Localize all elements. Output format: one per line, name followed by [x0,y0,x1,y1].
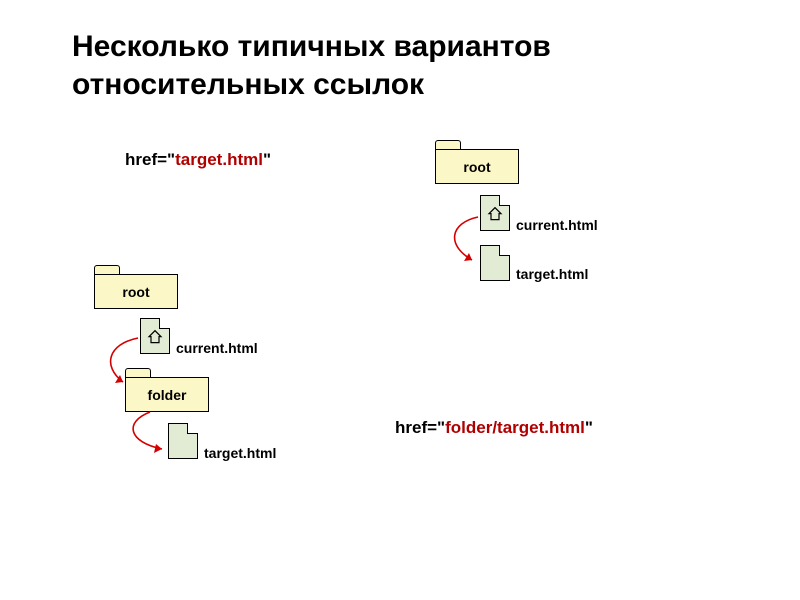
folder-label: root [94,274,178,309]
folder-root-ex1: root [435,140,519,184]
href-example-2: href="folder/target.html" [395,418,593,438]
href-prefix: href=" [395,418,445,437]
href-suffix: " [585,418,593,437]
home-icon [487,206,503,222]
file-target-ex1 [480,245,510,281]
file-target-ex2 [168,423,198,459]
file-current-ex1 [480,195,510,231]
folder-label: root [435,149,519,184]
href-value: folder/target.html [445,418,585,437]
folder-root-ex2: root [94,265,178,309]
file-label-target-ex1: target.html [516,266,588,282]
href-example-1: href="target.html" [125,150,271,170]
home-icon [147,329,163,345]
href-suffix: " [263,150,271,169]
href-value: target.html [175,150,263,169]
folder-label: folder [125,377,209,412]
file-label-target-ex2: target.html [204,445,276,461]
href-prefix: href=" [125,150,175,169]
file-current-ex2 [140,318,170,354]
file-label-current-ex1: current.html [516,217,598,233]
folder-sub-ex2: folder [125,368,209,412]
file-label-current-ex2: current.html [176,340,258,356]
page-title: Несколько типичных вариантов относительн… [72,28,551,103]
